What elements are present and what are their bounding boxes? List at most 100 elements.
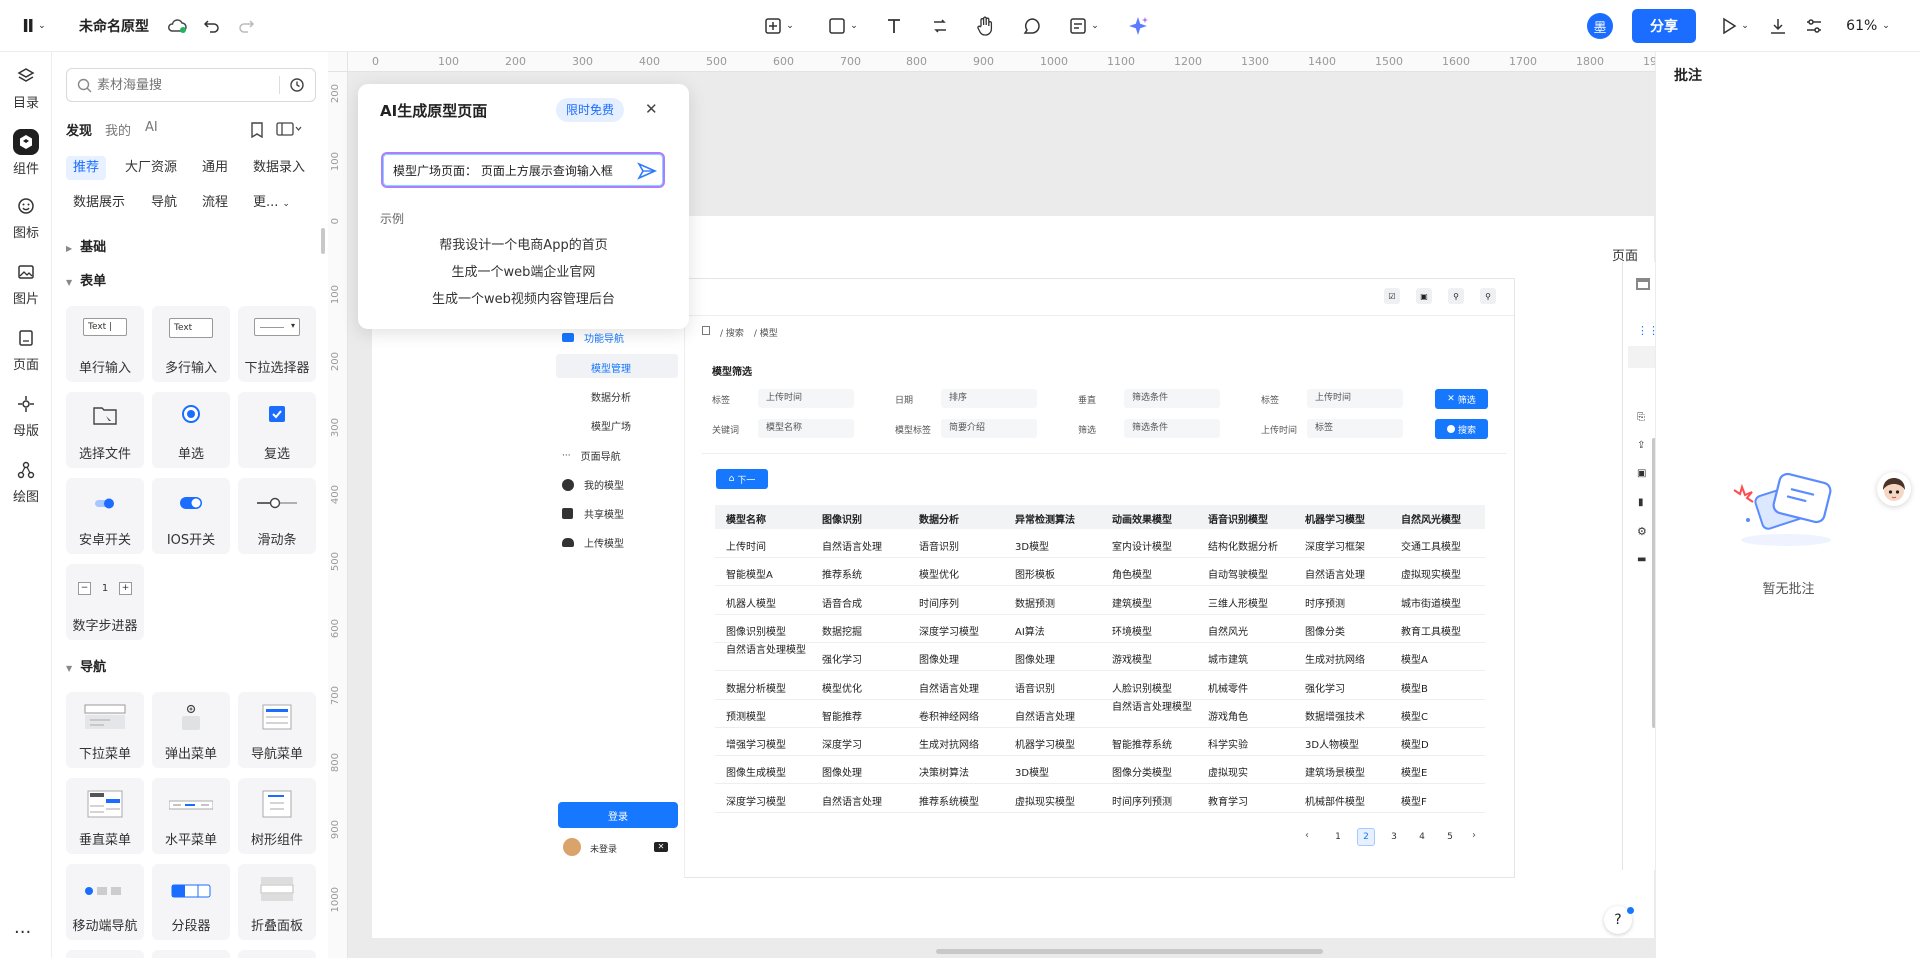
ai-prompt-input[interactable]: 模型广场页面： 页面上方展示查询输入框: [393, 162, 633, 179]
text-tool-icon[interactable]: [882, 0, 906, 52]
comp-horizontal-menu[interactable]: 水平菜单: [152, 778, 230, 854]
layout-toggle-icon[interactable]: [276, 122, 302, 136]
comp-android-switch[interactable]: 安卓开关: [66, 478, 144, 554]
comp-tree[interactable]: 树形组件: [238, 778, 316, 854]
insert-button[interactable]: ⌄: [758, 0, 800, 52]
logout-icon[interactable]: ✕: [654, 842, 668, 852]
avatar[interactable]: 墨: [1586, 0, 1614, 52]
bookmark-icon[interactable]: ▮: [1638, 497, 1644, 508]
nav-item-components[interactable]: 组件: [0, 124, 52, 182]
cloud-sync-icon[interactable]: [165, 0, 189, 52]
panel-scrollbar[interactable]: [321, 228, 325, 254]
chip-more[interactable]: 更... ⌄: [246, 191, 297, 215]
nav-item-images[interactable]: 图片: [0, 254, 52, 312]
preview-button[interactable]: ⌄: [1716, 0, 1754, 52]
chat-icon[interactable]: ▬: [1637, 554, 1646, 565]
comp-vertical-menu[interactable]: 垂直菜单: [66, 778, 144, 854]
comp-popup-menu[interactable]: 弹出菜单: [152, 692, 230, 768]
example-item[interactable]: 生成一个web端企业官网: [358, 261, 689, 280]
more-icon[interactable]: ···: [14, 922, 31, 943]
comp-checkbox[interactable]: 复选: [238, 392, 316, 468]
nav-item-catalog[interactable]: 目录: [0, 58, 52, 116]
nav-item-draw[interactable]: 绘图: [0, 452, 52, 510]
settings-sliders-icon[interactable]: [1802, 0, 1826, 52]
send-icon[interactable]: [637, 162, 657, 180]
doc-title[interactable]: 未命名原型: [74, 0, 154, 52]
filter-input[interactable]: 筛选条件: [1124, 389, 1220, 408]
gear-icon[interactable]: ⚙: [1637, 525, 1647, 538]
example-item[interactable]: 生成一个web视频内容管理后台: [358, 288, 689, 307]
filter-input[interactable]: 简要介绍: [941, 419, 1037, 438]
assistant-avatar[interactable]: [1877, 472, 1911, 506]
proto-login-button[interactable]: 登录: [558, 802, 678, 828]
hand-tool-icon[interactable]: [973, 0, 997, 52]
redo-icon[interactable]: [234, 0, 258, 52]
breadcrumb-item[interactable]: / 搜索: [720, 326, 744, 339]
bookmark-icon[interactable]: [250, 122, 264, 138]
comp-ios-switch[interactable]: IOS开关: [152, 478, 230, 554]
chip-data-display[interactable]: 数据展示: [66, 191, 132, 215]
tab-mine[interactable]: 我的: [105, 120, 131, 139]
comp-slider[interactable]: 滑动条: [238, 478, 316, 554]
comp-number-stepper[interactable]: − 1 + 数字步进器: [66, 564, 144, 640]
page-number[interactable]: 3: [1385, 828, 1403, 846]
page-number[interactable]: 2: [1357, 828, 1375, 846]
chip-flow[interactable]: 流程: [195, 191, 235, 215]
comp-multi-input[interactable]: Text 多行输入: [152, 306, 230, 382]
search-input[interactable]: [97, 75, 273, 95]
comp-dropdown-menu[interactable]: 下拉菜单: [66, 692, 144, 768]
comment-tool-icon[interactable]: [1020, 0, 1044, 52]
comp-dropdown-select[interactable]: ▾ 下拉选择器: [238, 306, 316, 382]
contact-icon[interactable]: ▣: [1637, 468, 1646, 479]
proto-nav-title[interactable]: 功能导航: [562, 330, 624, 345]
comp-segmented[interactable]: 分段器: [152, 864, 230, 940]
page-number[interactable]: 5: [1441, 828, 1459, 846]
nav-item-icons[interactable]: 图标: [0, 188, 52, 246]
breadcrumb-item[interactable]: / 模型: [754, 326, 778, 339]
section-basic[interactable]: ▶ 基础: [66, 236, 106, 255]
export-icon[interactable]: ⎘: [1637, 412, 1645, 423]
filter-input[interactable]: 上传时间: [758, 389, 854, 408]
history-icon[interactable]: [289, 77, 305, 93]
comp-file-select[interactable]: 选择文件: [66, 392, 144, 468]
proto-nav-shared-model[interactable]: 共享模型: [562, 506, 624, 521]
zoom-dropdown[interactable]: 61% ⌄: [1840, 0, 1896, 52]
nav-item-pages[interactable]: 页面: [0, 320, 52, 378]
example-item[interactable]: 帮我设计一个电商App的首页: [358, 234, 689, 253]
filter-input[interactable]: 上传时间: [1307, 389, 1403, 408]
close-icon[interactable]: ✕: [645, 100, 658, 118]
undo-icon[interactable]: [200, 0, 224, 52]
filter-input[interactable]: 模型名称: [758, 419, 854, 438]
nav-item-masters[interactable]: 母版: [0, 386, 52, 444]
image-box-icon[interactable]: ▣: [1416, 288, 1432, 304]
comp-accordion[interactable]: 折叠面板: [238, 864, 316, 940]
proto-nav-item-data-analysis[interactable]: 数据分析: [591, 389, 631, 404]
comp-nav-menu[interactable]: 导航菜单: [238, 692, 316, 768]
comp-mobile-nav[interactable]: 移动端导航: [66, 864, 144, 940]
chip-navigation[interactable]: 导航: [144, 191, 184, 215]
chip-data-entry[interactable]: 数据录入: [246, 156, 312, 180]
section-form[interactable]: ▼ 表单: [66, 270, 106, 289]
ai-sparkle-icon[interactable]: [1126, 0, 1150, 52]
comp-single-input[interactable]: Text | 单行输入: [66, 306, 144, 382]
chip-big-resources[interactable]: 大厂资源: [118, 156, 184, 180]
section-nav[interactable]: ▼ 导航: [66, 656, 106, 675]
filter-input[interactable]: 标签: [1307, 419, 1403, 438]
page-number[interactable]: 1: [1329, 828, 1347, 846]
proto-nav-item-model-mgmt[interactable]: 模型管理: [591, 360, 631, 375]
chip-general[interactable]: 通用: [195, 156, 235, 180]
proto-nav-item-model-square[interactable]: 模型广场: [591, 418, 631, 433]
tab-ai[interactable]: AI: [145, 120, 158, 135]
filter-button[interactable]: ✕ 筛选: [1435, 389, 1488, 409]
share-button[interactable]: 分享: [1632, 9, 1696, 43]
check-square-icon[interactable]: ☑: [1384, 288, 1400, 304]
upload-icon[interactable]: ⇪: [1637, 440, 1645, 451]
connector-tool-icon[interactable]: [928, 0, 952, 52]
proto-nav-my-model[interactable]: 我的模型: [562, 477, 624, 492]
search-button[interactable]: 搜索: [1435, 419, 1488, 439]
shape-button[interactable]: ⌄: [822, 0, 864, 52]
canvas-scrollbar-horizontal[interactable]: [936, 949, 1323, 954]
filter-input[interactable]: 筛选条件: [1124, 419, 1220, 438]
search-icon[interactable]: ⚲: [1448, 288, 1464, 304]
proto-nav-upload-model[interactable]: 上传模型: [562, 535, 624, 550]
